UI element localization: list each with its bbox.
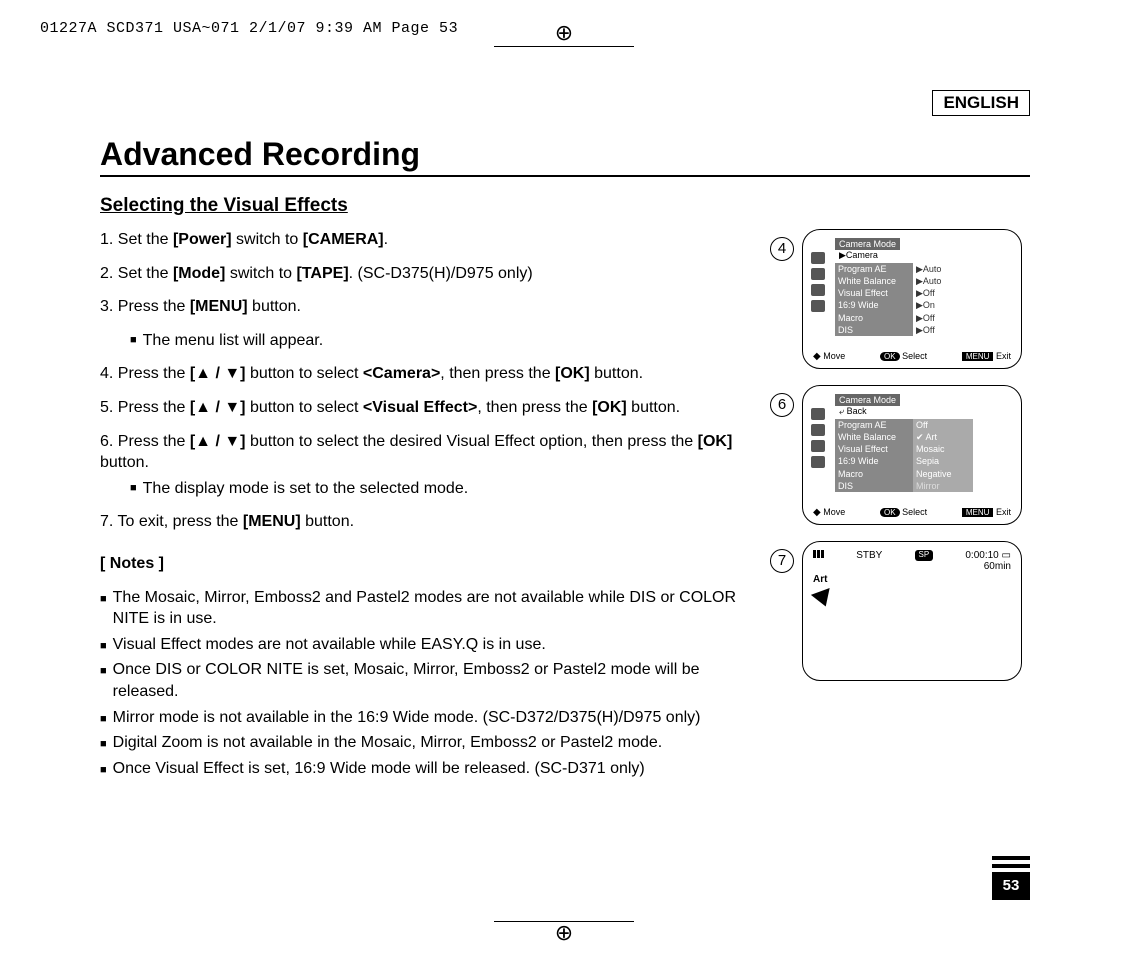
osd-hint-bar: ◆ Move OK Select MENU Exit [813,351,1011,362]
tape-icon: ▭ [1002,550,1011,561]
step-6: 6. Press the [▲ / ▼] button to select th… [100,431,760,474]
registration-mark-bottom: ⊕ [494,919,634,944]
osd-menu: Program AEOff White Balance✔Art Visual E… [835,419,1011,492]
note-item: ■The Mosaic, Mirror, Emboss2 and Pastel2… [100,587,760,630]
step-6-sub: ■The display mode is set to the selected… [130,478,760,500]
osd-live-screen: STBY SP 0:00:10 ▭ 60min Art [802,541,1022,681]
osd-screen: Camera Mode ▶Camera Program AE▶Auto Whit… [802,229,1022,369]
figure-6: 6 Camera Mode ⤶ Back Program AEOff W [770,385,1030,525]
note-item: ■Once DIS or COLOR NITE is set, Mosaic, … [100,659,760,702]
sp-badge: SP [915,550,934,561]
notes-header: [ Notes ] [100,553,760,575]
tape-icon [811,440,825,452]
print-header: 01227A SCD371 USA~071 2/1/07 9:39 AM Pag… [40,20,458,37]
status-text: STBY [856,550,882,561]
step-5: 5. Press the [▲ / ▼] button to select <V… [100,397,760,419]
art-indicator-icon [811,588,835,610]
note-item: ■Digital Zoom is not available in the Mo… [100,732,760,754]
figure-4: 4 Camera Mode ▶Camera Program AE▶Auto [770,229,1030,369]
step-7: 7. To exit, press the [MENU] button. [100,511,760,533]
page-number: 53 [992,872,1030,900]
step-4: 4. Press the [▲ / ▼] button to select <C… [100,363,760,385]
step-2: 2. Set the [Mode] switch to [TAPE]. (SC-… [100,263,760,285]
time-remaining: 60min [813,561,1011,572]
figure-number: 4 [770,237,794,261]
gear-icon [811,456,825,468]
note-item: ■Mirror mode is not available in the 16:… [100,707,760,729]
osd-breadcrumb: ⤶ Back [835,405,871,417]
step-3-sub: ■The menu list will appear. [130,330,760,352]
step-1: 1. Set the [Power] switch to [CAMERA]. [100,229,760,251]
figure-number: 6 [770,393,794,417]
registration-mark-top: ⊕ [494,22,634,47]
page-content: ENGLISH Advanced Recording Selecting the… [100,90,1030,870]
language-label: ENGLISH [932,90,1030,116]
section-title: Selecting the Visual Effects [100,195,1030,217]
page-title: Advanced Recording [100,116,1030,177]
timecode: 0:00:10 ▭ [965,550,1011,561]
figure-7: 7 STBY SP 0:00:10 ▭ 60min Art [770,541,1030,681]
record-icon [811,424,825,436]
tape-icon [811,284,825,296]
figures-column: 4 Camera Mode ▶Camera Program AE▶Auto [760,229,1030,783]
osd-icon-sidebar [811,408,825,468]
note-item: ■Once Visual Effect is set, 16:9 Wide mo… [100,758,760,780]
camera-icon [811,252,825,264]
note-item: ■Visual Effect modes are not available w… [100,634,760,656]
record-icon [811,268,825,280]
osd-icon-sidebar [811,252,825,312]
osd-menu: Program AE▶Auto White Balance▶Auto Visua… [835,263,1011,336]
gear-icon [811,300,825,312]
battery-icon [813,550,824,561]
effect-label: Art [813,574,1011,585]
osd-breadcrumb: ▶Camera [835,249,882,261]
instructions-column: 1. Set the [Power] switch to [CAMERA]. 2… [100,229,760,783]
figure-number: 7 [770,549,794,573]
osd-screen: Camera Mode ⤶ Back Program AEOff White B… [802,385,1022,525]
osd-hint-bar: ◆ Move OK Select MENU Exit [813,507,1011,518]
step-3: 3. Press the [MENU] button. [100,296,760,318]
camera-icon [811,408,825,420]
